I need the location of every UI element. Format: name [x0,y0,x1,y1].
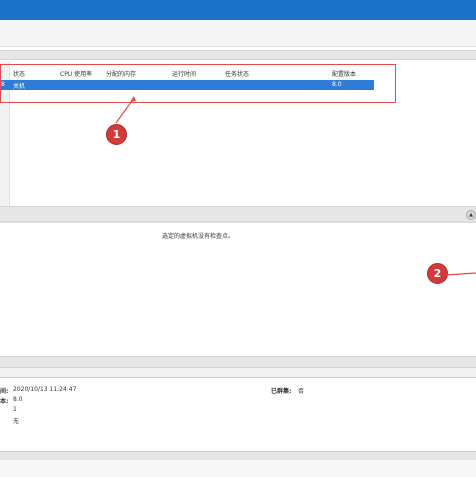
notes-value: 无 [13,418,20,425]
callout-badge-1: 1 [106,124,127,145]
details-tab-strip [0,451,476,460]
checkpoints-empty-message: 选定的虚拟机没有检查点。 [162,233,235,240]
details-pane-title [0,368,476,378]
created-value: 2020/10/13 11:24:47 [13,386,77,393]
callout-badge-2: 2 [427,263,448,284]
vm-pane-header [0,50,476,60]
divider [0,221,476,223]
generation-value: 1 [13,406,17,413]
version-label: 本: [0,398,9,405]
title-bar [0,0,476,20]
checkpoints-pane-header [0,206,476,222]
status-bar [0,460,476,477]
chevron-up-icon[interactable]: ▲ [466,210,476,220]
created-label: 间: [0,388,9,395]
callout-arrow-2 [446,272,476,276]
clustered-label: 已群集: [271,388,292,395]
version-value: 8.0 [13,396,23,403]
clustered-value: 否 [298,388,305,395]
annotation-highlight-box [0,64,396,103]
toolbar [0,32,476,47]
details-pane-header [0,356,476,368]
